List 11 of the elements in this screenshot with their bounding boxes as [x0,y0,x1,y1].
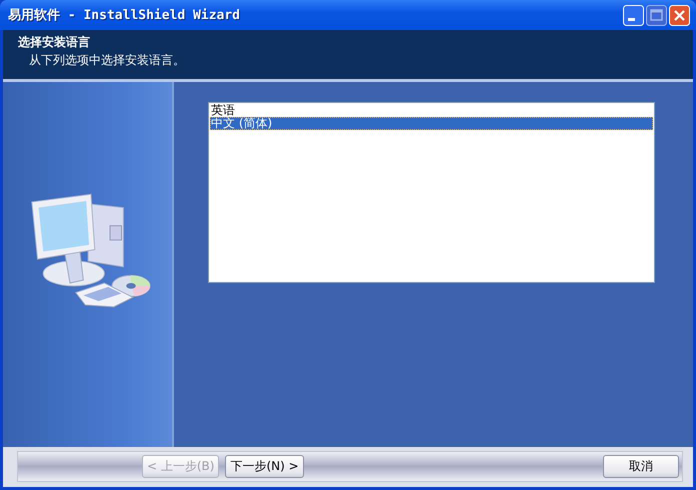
header-title: 选择安装语言 [18,34,91,51]
close-button[interactable] [669,4,690,26]
list-item[interactable]: 英语 [210,104,653,117]
header-subtitle: 从下列选项中选择安装语言。 [28,52,186,69]
list-item[interactable]: 中文 (简体) [210,117,653,130]
minimize-button[interactable] [623,4,644,26]
next-button[interactable]: 下一步(N) > [225,455,304,478]
cancel-button[interactable]: 取消 [603,455,679,478]
language-list[interactable]: 英语 中文 (简体) [208,102,655,283]
window-title: 易用软件 - InstallShield Wizard [8,7,240,24]
maximize-button[interactable] [646,4,667,26]
